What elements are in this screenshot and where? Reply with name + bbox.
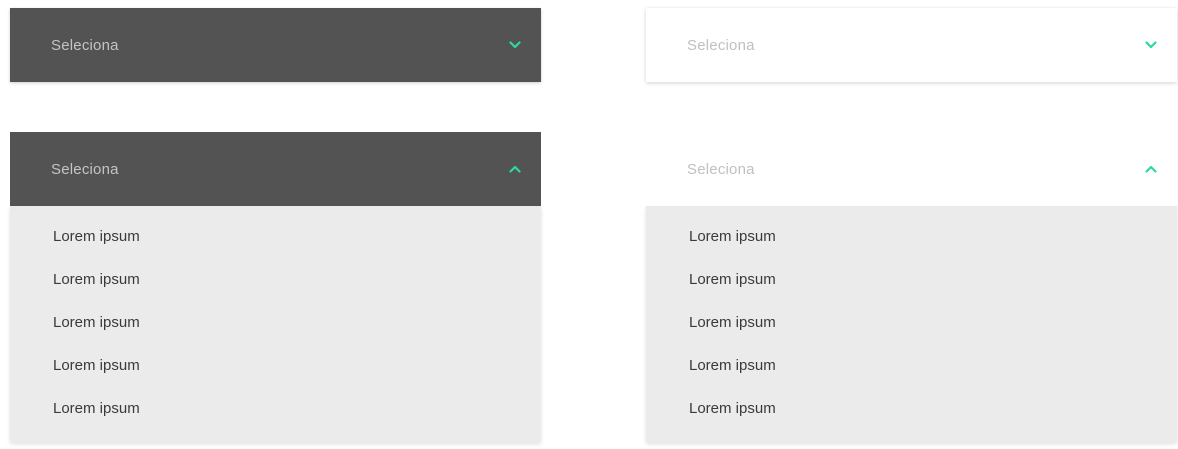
select-placeholder: Seleciona [51,160,119,178]
list-item[interactable]: Lorem ipsum [10,344,541,387]
list-item[interactable]: Lorem ipsum [646,344,1177,387]
list-item[interactable]: Lorem ipsum [646,215,1177,258]
list-item[interactable]: Lorem ipsum [646,301,1177,344]
chevron-up-icon [1144,162,1158,176]
list-item[interactable]: Lorem ipsum [646,258,1177,301]
chevron-down-icon [508,38,522,52]
list-item[interactable]: Lorem ipsum [10,301,541,344]
select-placeholder: Seleciona [51,36,119,54]
dark-select-closed-trigger[interactable]: Seleciona [10,8,541,82]
light-options-list: Lorem ipsum Lorem ipsum Lorem ipsum Lore… [646,206,1177,442]
light-select-open: Seleciona Lorem ipsum Lorem ipsum Lorem … [646,132,1177,442]
light-select-closed: Seleciona [646,8,1177,82]
list-item[interactable]: Lorem ipsum [646,387,1177,430]
dark-select-closed: Seleciona [10,8,541,82]
light-select-open-trigger[interactable]: Seleciona [646,132,1177,206]
list-item[interactable]: Lorem ipsum [10,387,541,430]
dark-options-list: Lorem ipsum Lorem ipsum Lorem ipsum Lore… [10,206,541,442]
list-item[interactable]: Lorem ipsum [10,258,541,301]
select-placeholder: Seleciona [687,36,755,54]
dark-select-open: Seleciona Lorem ipsum Lorem ipsum Lorem … [10,132,541,442]
light-select-closed-trigger[interactable]: Seleciona [646,8,1177,82]
chevron-down-icon [1144,38,1158,52]
dark-select-open-trigger[interactable]: Seleciona [10,132,541,206]
list-item[interactable]: Lorem ipsum [10,215,541,258]
chevron-up-icon [508,162,522,176]
select-placeholder: Seleciona [687,160,755,178]
